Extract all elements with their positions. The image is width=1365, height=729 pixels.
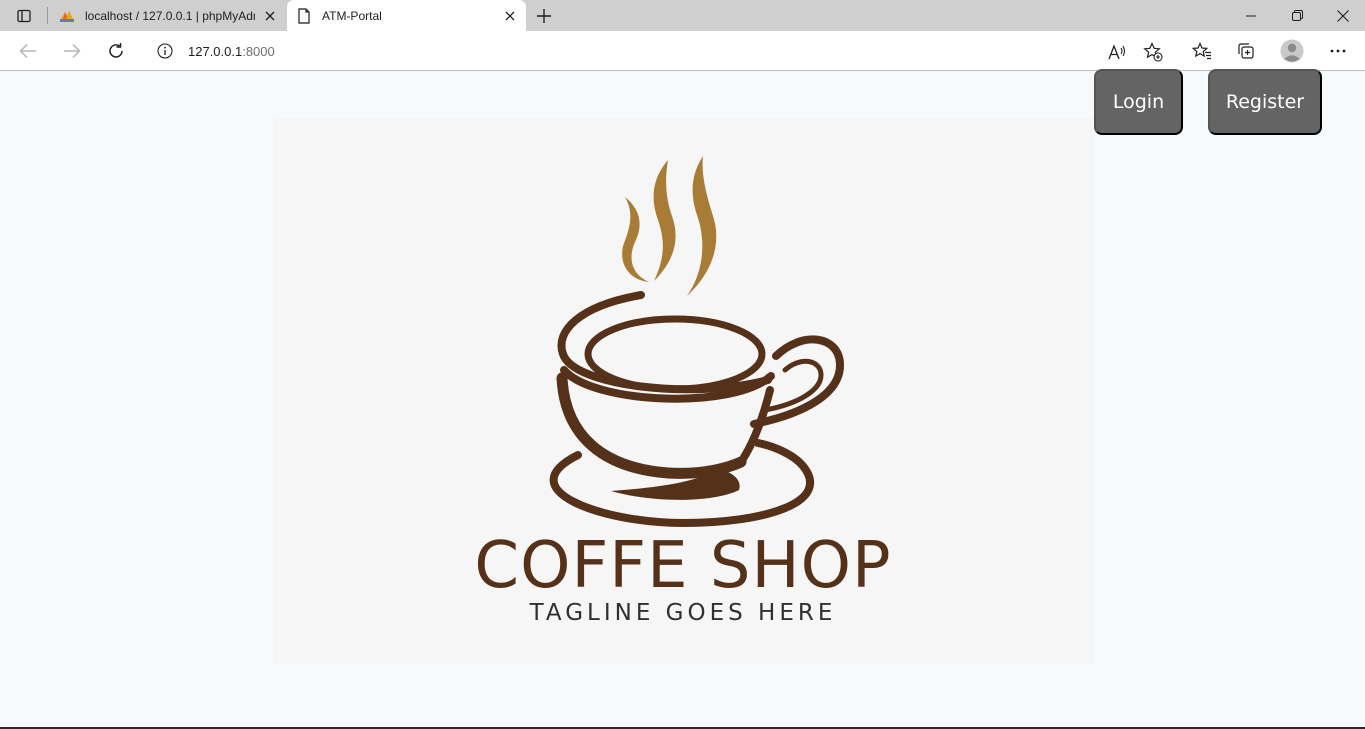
- browser-toolbar: 127.0.0.1:8000: [0, 31, 1365, 71]
- close-window-button[interactable]: [1320, 0, 1365, 31]
- avatar-icon: [1280, 39, 1304, 63]
- info-icon[interactable]: [157, 43, 173, 59]
- coffee-cup-icon: [549, 156, 845, 528]
- settings-menu-button[interactable]: [1324, 37, 1352, 65]
- more-icon: [1330, 49, 1346, 53]
- brand-name: COFFE SHOP: [474, 529, 892, 603]
- tab-separator: [47, 7, 48, 24]
- tagline: TAGLINE GOES HERE: [529, 600, 837, 626]
- forward-button[interactable]: [58, 37, 86, 65]
- restore-button[interactable]: [1274, 0, 1320, 31]
- tab-actions-button[interactable]: [9, 4, 39, 28]
- register-button[interactable]: Register: [1208, 69, 1322, 135]
- refresh-button[interactable]: [102, 37, 130, 65]
- phpmyadmin-icon: [59, 8, 75, 24]
- steam-icon: [653, 160, 676, 281]
- arrow-left-icon: [19, 43, 36, 59]
- page-content: Login Register COFFE SHOP TAGLINE GOES H…: [0, 69, 1365, 727]
- restore-icon: [1291, 10, 1303, 21]
- read-aloud-icon: [1108, 44, 1126, 60]
- coffee-shop-logo: COFFE SHOP TAGLINE GOES HERE: [273, 118, 1093, 664]
- address-bar[interactable]: 127.0.0.1:8000: [144, 36, 1174, 66]
- minimize-button[interactable]: [1228, 0, 1274, 31]
- arrow-right-icon: [64, 43, 81, 59]
- collections-button[interactable]: [1232, 37, 1260, 65]
- refresh-icon: [109, 43, 123, 58]
- read-aloud-button[interactable]: [1106, 41, 1128, 63]
- close-icon: [1337, 9, 1349, 22]
- tab-actions-icon: [17, 9, 31, 23]
- back-button[interactable]: [14, 37, 42, 65]
- tab-atm-portal[interactable]: ATM-Portal: [287, 0, 526, 31]
- star-add-icon: [1143, 42, 1163, 62]
- tab-strip: localhost / 127.0.0.1 | phpMyAdm ATM-Por…: [0, 0, 1365, 31]
- close-tab-icon[interactable]: [502, 8, 518, 24]
- plus-icon: [537, 9, 551, 23]
- minimize-icon: [1246, 15, 1256, 16]
- url-host: 127.0.0.1: [188, 44, 243, 59]
- favorites-icon: [1192, 42, 1211, 60]
- login-button[interactable]: Login: [1094, 69, 1183, 135]
- collections-icon: [1238, 43, 1254, 59]
- url-text[interactable]: 127.0.0.1:8000: [188, 44, 275, 59]
- new-tab-button[interactable]: [532, 4, 556, 28]
- tab-title: ATM-Portal: [322, 9, 382, 23]
- page-icon: [296, 8, 312, 24]
- url-port: :8000: [242, 44, 275, 59]
- close-tab-icon[interactable]: [262, 8, 278, 24]
- favorites-button[interactable]: [1188, 37, 1216, 65]
- profile-button[interactable]: [1278, 37, 1306, 65]
- tab-phpmyadmin[interactable]: localhost / 127.0.0.1 | phpMyAdm: [50, 0, 286, 31]
- add-favorite-button[interactable]: [1142, 41, 1164, 63]
- tab-title: localhost / 127.0.0.1 | phpMyAdm: [85, 9, 255, 23]
